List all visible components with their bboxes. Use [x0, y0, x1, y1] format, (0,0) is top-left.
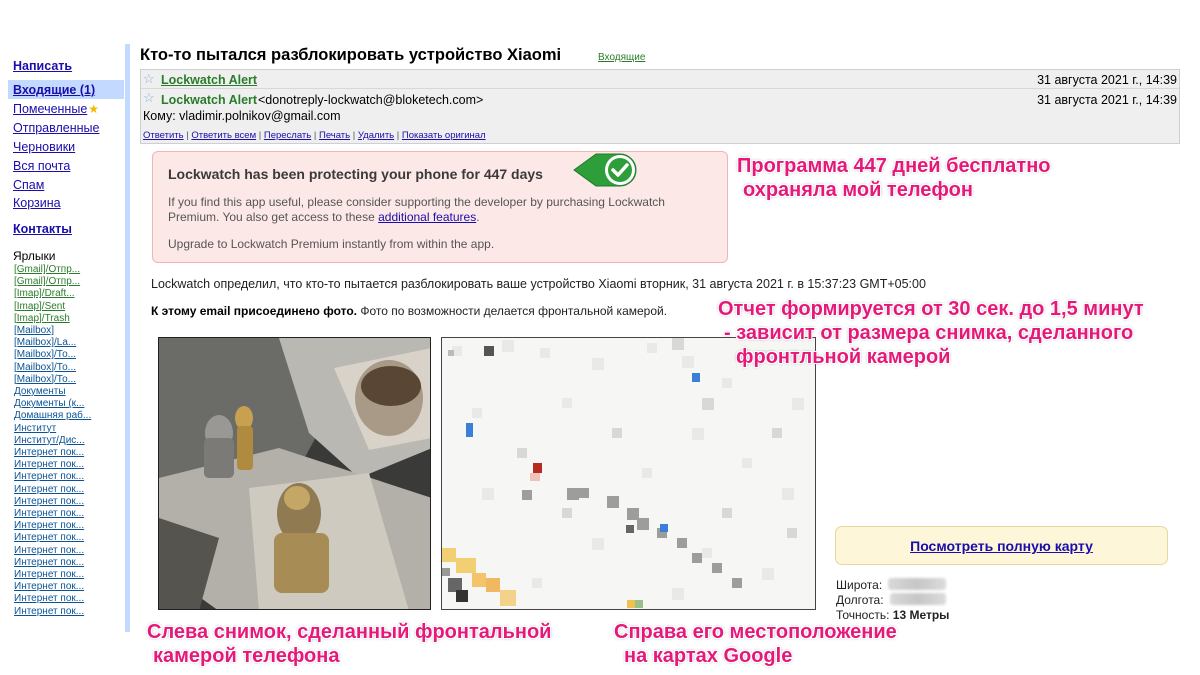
forward-link[interactable]: Переслать — [264, 130, 311, 141]
sidebar-label-item[interactable]: [Mailbox]/То... — [14, 362, 91, 374]
map-image — [442, 338, 815, 609]
view-full-map-link[interactable]: Посмотреть полную карту — [836, 538, 1167, 554]
annotation-line: - зависит от размера снимка, сделанного — [724, 322, 1134, 344]
sidebar-divider — [125, 44, 130, 632]
folder-label-link[interactable]: Входящие — [598, 52, 645, 63]
star-outline-icon[interactable]: ☆ — [143, 91, 155, 104]
sender-name[interactable]: Lockwatch Alert — [161, 93, 257, 107]
annotation-line: на картах Google — [624, 645, 793, 667]
sidebar-item-sent[interactable]: Отправленные — [13, 121, 99, 135]
longitude-label: Долгота: — [836, 593, 884, 607]
message-actions: Ответить | Ответить всем | Переслать | П… — [143, 130, 486, 141]
protection-title: Lockwatch has been protecting your phone… — [168, 166, 543, 182]
header-divider — [141, 88, 1179, 89]
sidebar-label-item[interactable]: [Imap]/Sent — [14, 301, 91, 313]
sidebar-label-item[interactable]: Интернет пок... — [14, 545, 91, 557]
sidebar-label-item[interactable]: Документы (к... — [14, 398, 91, 410]
sidebar-label-item[interactable]: Домашняя раб... — [14, 410, 91, 422]
reply-link[interactable]: Ответить — [143, 130, 184, 141]
annotation-line: Слева снимок, сделанный фронтальной — [147, 621, 552, 643]
sidebar-label-item[interactable]: Институт/Дис... — [14, 435, 91, 447]
latitude-value-redacted — [888, 578, 946, 590]
delete-link[interactable]: Удалить — [358, 130, 394, 141]
sender-email: <donotreply-lockwatch@bloketech.com> — [258, 93, 484, 107]
sidebar-label-item[interactable]: Интернет пок... — [14, 569, 91, 581]
annotation-line: камерой телефона — [153, 645, 340, 667]
email-subject: Кто-то пытался разблокировать устройство… — [140, 46, 562, 64]
latitude-label: Широта: — [836, 578, 883, 592]
location-map[interactable] — [441, 337, 816, 610]
collapsed-date: 31 августа 2021 г., 14:39 — [1037, 73, 1177, 87]
sidebar-item-inbox[interactable]: Входящие (1) — [13, 83, 95, 97]
sidebar-item-starred-label: Помеченные — [13, 102, 88, 116]
sidebar-label-item[interactable]: Интернет пок... — [14, 520, 91, 532]
sidebar-item-drafts[interactable]: Черновики — [13, 140, 75, 154]
sidebar-label-item[interactable]: Интернет пок... — [14, 508, 91, 520]
reply-all-link[interactable]: Ответить всем — [191, 130, 256, 141]
sidebar-label-item[interactable]: [Imap]/Trash — [14, 313, 91, 325]
additional-features-link[interactable]: additional features — [378, 210, 476, 224]
support-text-end: . — [476, 210, 480, 224]
longitude-value-redacted — [890, 593, 946, 605]
sidebar-label-item[interactable]: [Gmail]/Отпр... — [14, 264, 91, 276]
annotation-report-time: Отчет формируется от 30 сек. до 1,5 мину… — [718, 297, 1144, 369]
photo-caption: К этому email присоединено фото. Фото по… — [151, 304, 667, 318]
annotation-line: Программа 447 дней бесплатно — [737, 155, 1051, 177]
star-outline-icon[interactable]: ☆ — [143, 72, 155, 85]
sidebar-item-trash[interactable]: Корзина — [13, 196, 61, 210]
photo-image — [159, 338, 430, 609]
sidebar-label-item[interactable]: Интернет пок... — [14, 447, 91, 459]
star-icon: ★ — [88, 102, 100, 116]
annotation-photo: Слева снимок, сделанный фронтальной каме… — [147, 620, 551, 668]
message-header: ☆ Lockwatch Alert 31 августа 2021 г., 14… — [140, 69, 1180, 144]
annotation-free-days: Программа 447 дней бесплатно охраняла мо… — [737, 154, 1051, 202]
sidebar-label-item[interactable]: Интернет пок... — [14, 532, 91, 544]
annotation-line: фронтльной камерой — [736, 346, 951, 368]
sidebar-label-item[interactable]: [Mailbox] — [14, 325, 91, 337]
sidebar-label-item[interactable]: Интернет пок... — [14, 593, 91, 605]
sidebar-label-item[interactable]: Интернет пок... — [14, 581, 91, 593]
sidebar-item-contacts[interactable]: Контакты — [13, 222, 72, 236]
labels-title: Ярлыки — [13, 249, 56, 263]
annotation-line: Справа его местоположение — [614, 621, 897, 643]
photo-caption-bold: К этому email присоединено фото. — [151, 304, 357, 318]
message-date: 31 августа 2021 г., 14:39 — [1037, 93, 1177, 107]
detection-text: Lockwatch определил, что кто-то пытается… — [151, 277, 926, 291]
sidebar: Написать Входящие (1) Помеченные★ Отправ… — [0, 0, 125, 675]
sidebar-label-item[interactable]: Интернет пок... — [14, 606, 91, 618]
sidebar-label-item[interactable]: Институт — [14, 423, 91, 435]
upgrade-text: Upgrade to Lockwatch Premium instantly f… — [168, 237, 495, 251]
show-original-link[interactable]: Показать оригинал — [402, 130, 486, 141]
support-text: If you find this app useful, please cons… — [168, 195, 708, 225]
accuracy-value: 13 Метры — [892, 608, 950, 622]
annotation-location: Справа его местоположение на картах Goog… — [614, 620, 897, 668]
annotation-line: охраняла мой телефон — [743, 179, 973, 201]
sidebar-label-item[interactable]: [Mailbox]/La... — [14, 337, 91, 349]
recipient-line: Кому: vladimir.polnikov@gmail.com — [143, 109, 341, 123]
view-map-box: Посмотреть полную карту — [835, 526, 1168, 565]
sidebar-label-item[interactable]: Интернет пок... — [14, 459, 91, 471]
print-link[interactable]: Печать — [319, 130, 350, 141]
collapsed-sender[interactable]: Lockwatch Alert — [161, 73, 257, 87]
compose-link[interactable]: Написать — [13, 59, 72, 73]
sidebar-label-item[interactable]: Интернет пок... — [14, 471, 91, 483]
front-camera-photo[interactable] — [158, 337, 431, 610]
sidebar-item-all-mail[interactable]: Вся почта — [13, 159, 70, 173]
sidebar-label-item[interactable]: Интернет пок... — [14, 557, 91, 569]
checkmark-badge-icon — [573, 153, 637, 187]
sidebar-label-item[interactable]: Документы — [14, 386, 91, 398]
sidebar-label-item[interactable]: [Mailbox]/То... — [14, 349, 91, 361]
annotation-line: Отчет формируется от 30 сек. до 1,5 мину… — [718, 298, 1144, 320]
sidebar-label-item[interactable]: Интернет пок... — [14, 484, 91, 496]
sidebar-label-item[interactable]: [Mailbox]/То... — [14, 374, 91, 386]
sidebar-item-starred[interactable]: Помеченные★ — [13, 102, 99, 116]
sidebar-label-item[interactable]: [Gmail]/Отпр... — [14, 276, 91, 288]
sidebar-item-spam[interactable]: Спам — [13, 178, 44, 192]
sidebar-label-item[interactable]: Интернет пок... — [14, 496, 91, 508]
label-list: [Gmail]/Отпр... [Gmail]/Отпр... [Imap]/Dra… — [14, 264, 91, 618]
sidebar-label-item[interactable]: [Imap]/Draft... — [14, 288, 91, 300]
photo-caption-rest: Фото по возможности делается фронтальной… — [356, 304, 668, 318]
